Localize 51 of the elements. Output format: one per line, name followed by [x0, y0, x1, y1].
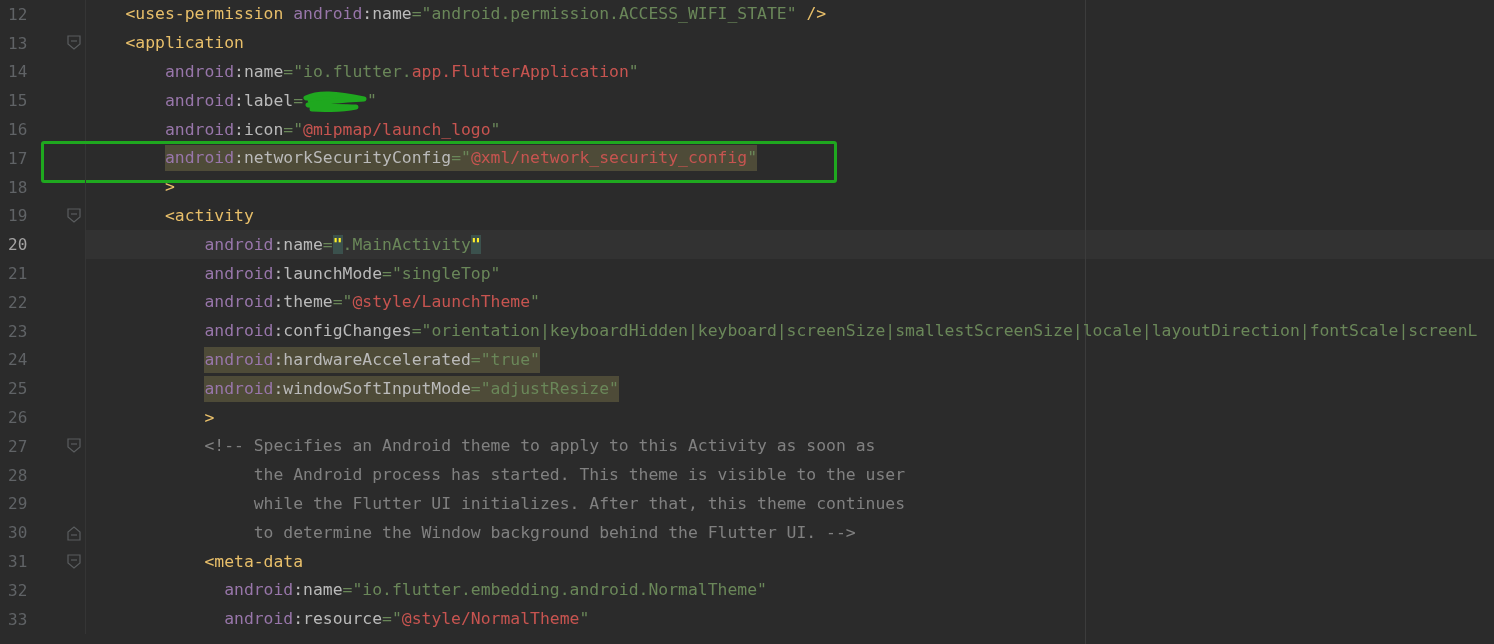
- scribble-drawing: [303, 89, 368, 112]
- code-text: android:theme="@style/LaunchTheme": [204, 291, 540, 314]
- code-text: android:label=: [164, 89, 304, 112]
- line-number: 21: [8, 264, 29, 284]
- code-text: >: [204, 406, 215, 429]
- code-text: android:windowSoftInputMode="adjustResize": [204, 375, 619, 402]
- line-number: 22: [8, 292, 29, 312]
- line-number: 29: [8, 494, 29, 514]
- line-number: 24: [8, 350, 29, 370]
- code-text: android:resource="@style/NormalTheme": [224, 608, 590, 631]
- code-text: <activity: [164, 204, 254, 227]
- fold-marker-icon[interactable]: [67, 553, 81, 570]
- code-text: android:name="io.flutter.app.FlutterApplication": [164, 61, 639, 83]
- code-text: >: [164, 176, 175, 199]
- line-number: 26: [8, 408, 29, 428]
- line-number: 16: [8, 120, 29, 140]
- line-number: 32: [8, 580, 29, 600]
- fold-marker-icon[interactable]: [67, 438, 81, 455]
- fold-marker-icon[interactable]: [67, 35, 81, 52]
- fold-marker-icon[interactable]: [67, 524, 81, 541]
- line-number: 28: [8, 465, 29, 485]
- code-text: android:networkSecurityConfig="@xml/network_security_config": [164, 145, 758, 172]
- code-text: android:name=".MainActivity": [204, 233, 481, 256]
- code-text: ": [367, 89, 377, 112]
- code-text: the Android process has started. This theme is visible to the user: [253, 464, 906, 487]
- line-number: 33: [8, 609, 29, 629]
- line-number: 30: [8, 523, 29, 543]
- line-number: 31: [8, 552, 29, 572]
- line-number: 27: [8, 436, 29, 456]
- code-text: <!-- Specifies an Android theme to apply to this Activity as soon as: [204, 435, 876, 458]
- fold-marker-icon[interactable]: [67, 207, 81, 224]
- line-number: 15: [8, 91, 29, 111]
- code-text: android:hardwareAccelerated="true": [204, 346, 540, 373]
- line-number: 14: [8, 62, 29, 82]
- code-text: <meta-data: [204, 550, 304, 573]
- line-number: 17: [8, 148, 29, 168]
- code-text: android:icon="@mipmap/launch_logo": [164, 118, 501, 141]
- line-number: 20: [8, 235, 29, 255]
- line-number: 12: [8, 4, 29, 24]
- code-text: to determine the Window background behind the Flutter UI. -->: [253, 521, 856, 544]
- code-text: android:configChanges="orientation|keyboardHidden|keyboard|screenSize|smallestScreenSize|locale|layoutDirection|fontScale|screenL: [204, 320, 1478, 343]
- code-text: while the Flutter UI initializes. After that, this theme continues: [253, 492, 906, 515]
- line-number: 19: [8, 206, 29, 226]
- line-number: 23: [8, 321, 29, 341]
- code-text: android:launchMode="singleTop": [204, 262, 501, 285]
- line-number: 18: [8, 177, 29, 197]
- line-number: 25: [8, 379, 29, 399]
- line-number: 13: [8, 33, 29, 53]
- code-text: <uses-permission android:name="android.permission.ACCESS_WIFI_STATE" />: [125, 3, 827, 26]
- code-text: <application: [125, 32, 244, 55]
- code-text: android:name="io.flutter.embedding.android.NormalTheme": [224, 579, 767, 602]
